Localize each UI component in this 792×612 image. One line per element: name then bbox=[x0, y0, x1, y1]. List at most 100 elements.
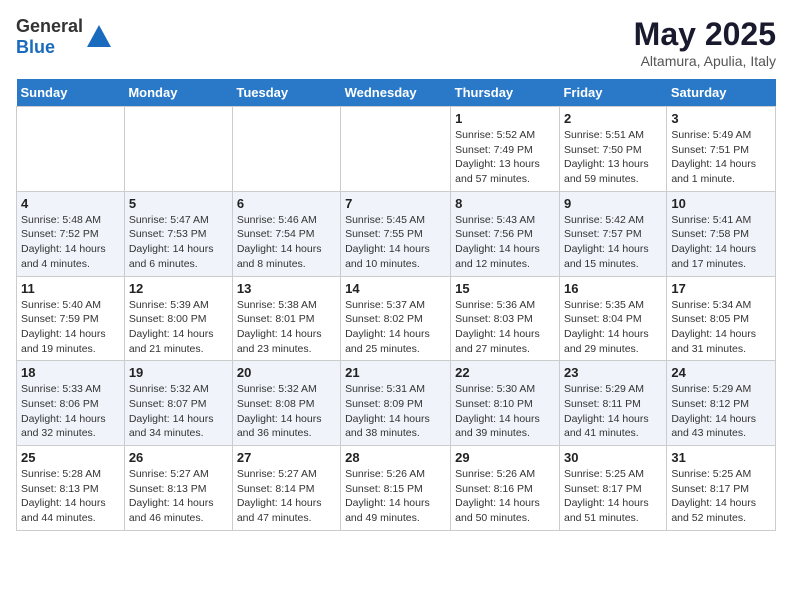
day-info: Sunrise: 5:29 AMSunset: 8:12 PMDaylight:… bbox=[671, 382, 771, 441]
weekday-header-friday: Friday bbox=[559, 79, 666, 107]
calendar-cell bbox=[232, 107, 340, 192]
calendar-cell: 30 Sunrise: 5:25 AMSunset: 8:17 PMDayligh… bbox=[559, 446, 666, 531]
calendar-table: SundayMondayTuesdayWednesdayThursdayFrid… bbox=[16, 79, 776, 531]
day-number: 24 bbox=[671, 365, 771, 380]
day-number: 11 bbox=[21, 281, 120, 296]
day-info: Sunrise: 5:26 AMSunset: 8:16 PMDaylight:… bbox=[455, 467, 555, 526]
day-info: Sunrise: 5:40 AMSunset: 7:59 PMDaylight:… bbox=[21, 298, 120, 357]
main-title: May 2025 bbox=[634, 16, 776, 53]
day-number: 26 bbox=[129, 450, 228, 465]
day-number: 27 bbox=[237, 450, 336, 465]
day-info: Sunrise: 5:43 AMSunset: 7:56 PMDaylight:… bbox=[455, 213, 555, 272]
day-info: Sunrise: 5:49 AMSunset: 7:51 PMDaylight:… bbox=[671, 128, 771, 187]
weekday-header-sunday: Sunday bbox=[17, 79, 125, 107]
calendar-cell: 14 Sunrise: 5:37 AMSunset: 8:02 PMDayligh… bbox=[341, 276, 451, 361]
calendar-cell: 17Sunrise: 5:34 AMSunset: 8:05 PMDayligh… bbox=[667, 276, 776, 361]
day-number: 6 bbox=[237, 196, 336, 211]
calendar-week-row: 25 Sunrise: 5:28 AMSunset: 8:13 PMDayligh… bbox=[17, 446, 776, 531]
day-info: Sunrise: 5:52 AMSunset: 7:49 PMDaylight:… bbox=[455, 128, 555, 187]
calendar-cell: 2Sunrise: 5:51 AMSunset: 7:50 PMDaylight… bbox=[559, 107, 666, 192]
day-number: 18 bbox=[21, 365, 120, 380]
day-info: Sunrise: 5:41 AMSunset: 7:58 PMDaylight:… bbox=[671, 213, 771, 272]
day-number: 15 bbox=[455, 281, 555, 296]
calendar-cell: 15 Sunrise: 5:36 AMSunset: 8:03 PMDayligh… bbox=[451, 276, 560, 361]
day-info: Sunrise: 5:32 AMSunset: 8:08 PMDaylight:… bbox=[237, 382, 336, 441]
calendar-cell: 4Sunrise: 5:48 AMSunset: 7:52 PMDaylight… bbox=[17, 191, 125, 276]
calendar-week-row: 4Sunrise: 5:48 AMSunset: 7:52 PMDaylight… bbox=[17, 191, 776, 276]
weekday-header-tuesday: Tuesday bbox=[232, 79, 340, 107]
weekday-header-monday: Monday bbox=[124, 79, 232, 107]
day-info: Sunrise: 5:31 AMSunset: 8:09 PMDaylight:… bbox=[345, 382, 446, 441]
calendar-week-row: 18 Sunrise: 5:33 AMSunset: 8:06 PMDayligh… bbox=[17, 361, 776, 446]
calendar-cell: 1 Sunrise: 5:52 AMSunset: 7:49 PMDaylight… bbox=[451, 107, 560, 192]
calendar-cell: 16 Sunrise: 5:35 AMSunset: 8:04 PMDayligh… bbox=[559, 276, 666, 361]
weekday-header-row: SundayMondayTuesdayWednesdayThursdayFrid… bbox=[17, 79, 776, 107]
calendar-cell: 9Sunrise: 5:42 AMSunset: 7:57 PMDaylight… bbox=[559, 191, 666, 276]
logo: General Blue bbox=[16, 16, 113, 58]
calendar-cell: 25 Sunrise: 5:28 AMSunset: 8:13 PMDayligh… bbox=[17, 446, 125, 531]
day-number: 12 bbox=[129, 281, 228, 296]
day-info: Sunrise: 5:36 AMSunset: 8:03 PMDaylight:… bbox=[455, 298, 555, 357]
day-info: Sunrise: 5:28 AMSunset: 8:13 PMDaylight:… bbox=[21, 467, 120, 526]
day-info: Sunrise: 5:26 AMSunset: 8:15 PMDaylight:… bbox=[345, 467, 446, 526]
day-number: 28 bbox=[345, 450, 446, 465]
day-number: 13 bbox=[237, 281, 336, 296]
page-header: General Blue May 2025 Altamura, Apulia, … bbox=[16, 16, 776, 69]
day-number: 1 bbox=[455, 111, 555, 126]
day-number: 17 bbox=[671, 281, 771, 296]
calendar-cell: 3Sunrise: 5:49 AMSunset: 7:51 PMDaylight… bbox=[667, 107, 776, 192]
day-info: Sunrise: 5:46 AMSunset: 7:54 PMDaylight:… bbox=[237, 213, 336, 272]
day-info: Sunrise: 5:25 AMSunset: 8:17 PMDaylight:… bbox=[671, 467, 771, 526]
day-number: 21 bbox=[345, 365, 446, 380]
day-number: 16 bbox=[564, 281, 662, 296]
weekday-header-thursday: Thursday bbox=[451, 79, 560, 107]
day-number: 22 bbox=[455, 365, 555, 380]
logo-general-text: General Blue bbox=[16, 16, 83, 58]
day-number: 19 bbox=[129, 365, 228, 380]
day-info: Sunrise: 5:27 AMSunset: 8:13 PMDaylight:… bbox=[129, 467, 228, 526]
calendar-cell: 26 Sunrise: 5:27 AMSunset: 8:13 PMDayligh… bbox=[124, 446, 232, 531]
subtitle: Altamura, Apulia, Italy bbox=[634, 53, 776, 69]
calendar-week-row: 11 Sunrise: 5:40 AMSunset: 7:59 PMDayligh… bbox=[17, 276, 776, 361]
day-number: 20 bbox=[237, 365, 336, 380]
title-block: May 2025 Altamura, Apulia, Italy bbox=[634, 16, 776, 69]
day-info: Sunrise: 5:30 AMSunset: 8:10 PMDaylight:… bbox=[455, 382, 555, 441]
calendar-cell: 19 Sunrise: 5:32 AMSunset: 8:07 PMDayligh… bbox=[124, 361, 232, 446]
day-number: 9 bbox=[564, 196, 662, 211]
calendar-cell: 27 Sunrise: 5:27 AMSunset: 8:14 PMDayligh… bbox=[232, 446, 340, 531]
calendar-week-row: 1 Sunrise: 5:52 AMSunset: 7:49 PMDaylight… bbox=[17, 107, 776, 192]
calendar-cell: 20 Sunrise: 5:32 AMSunset: 8:08 PMDayligh… bbox=[232, 361, 340, 446]
calendar-cell bbox=[17, 107, 125, 192]
calendar-cell: 5 Sunrise: 5:47 AMSunset: 7:53 PMDaylight… bbox=[124, 191, 232, 276]
logo-icon bbox=[85, 23, 113, 51]
weekday-header-wednesday: Wednesday bbox=[341, 79, 451, 107]
day-number: 29 bbox=[455, 450, 555, 465]
day-number: 8 bbox=[455, 196, 555, 211]
calendar-cell: 7Sunrise: 5:45 AMSunset: 7:55 PMDaylight… bbox=[341, 191, 451, 276]
calendar-cell: 10Sunrise: 5:41 AMSunset: 7:58 PMDayligh… bbox=[667, 191, 776, 276]
day-number: 23 bbox=[564, 365, 662, 380]
day-number: 14 bbox=[345, 281, 446, 296]
day-number: 30 bbox=[564, 450, 662, 465]
calendar-cell: 23Sunrise: 5:29 AMSunset: 8:11 PMDayligh… bbox=[559, 361, 666, 446]
day-info: Sunrise: 5:33 AMSunset: 8:06 PMDaylight:… bbox=[21, 382, 120, 441]
day-info: Sunrise: 5:38 AMSunset: 8:01 PMDaylight:… bbox=[237, 298, 336, 357]
day-number: 5 bbox=[129, 196, 228, 211]
day-info: Sunrise: 5:37 AMSunset: 8:02 PMDaylight:… bbox=[345, 298, 446, 357]
calendar-cell: 18 Sunrise: 5:33 AMSunset: 8:06 PMDayligh… bbox=[17, 361, 125, 446]
logo-general-label: General bbox=[16, 16, 83, 36]
day-info: Sunrise: 5:35 AMSunset: 8:04 PMDaylight:… bbox=[564, 298, 662, 357]
weekday-header-saturday: Saturday bbox=[667, 79, 776, 107]
day-info: Sunrise: 5:32 AMSunset: 8:07 PMDaylight:… bbox=[129, 382, 228, 441]
day-info: Sunrise: 5:25 AMSunset: 8:17 PMDaylight:… bbox=[564, 467, 662, 526]
day-number: 25 bbox=[21, 450, 120, 465]
calendar-cell: 8 Sunrise: 5:43 AMSunset: 7:56 PMDaylight… bbox=[451, 191, 560, 276]
calendar-cell: 28 Sunrise: 5:26 AMSunset: 8:15 PMDayligh… bbox=[341, 446, 451, 531]
calendar-cell bbox=[341, 107, 451, 192]
day-info: Sunrise: 5:47 AMSunset: 7:53 PMDaylight:… bbox=[129, 213, 228, 272]
calendar-cell: 21 Sunrise: 5:31 AMSunset: 8:09 PMDayligh… bbox=[341, 361, 451, 446]
day-info: Sunrise: 5:27 AMSunset: 8:14 PMDaylight:… bbox=[237, 467, 336, 526]
day-info: Sunrise: 5:39 AMSunset: 8:00 PMDaylight:… bbox=[129, 298, 228, 357]
day-number: 2 bbox=[564, 111, 662, 126]
calendar-cell: 11 Sunrise: 5:40 AMSunset: 7:59 PMDayligh… bbox=[17, 276, 125, 361]
